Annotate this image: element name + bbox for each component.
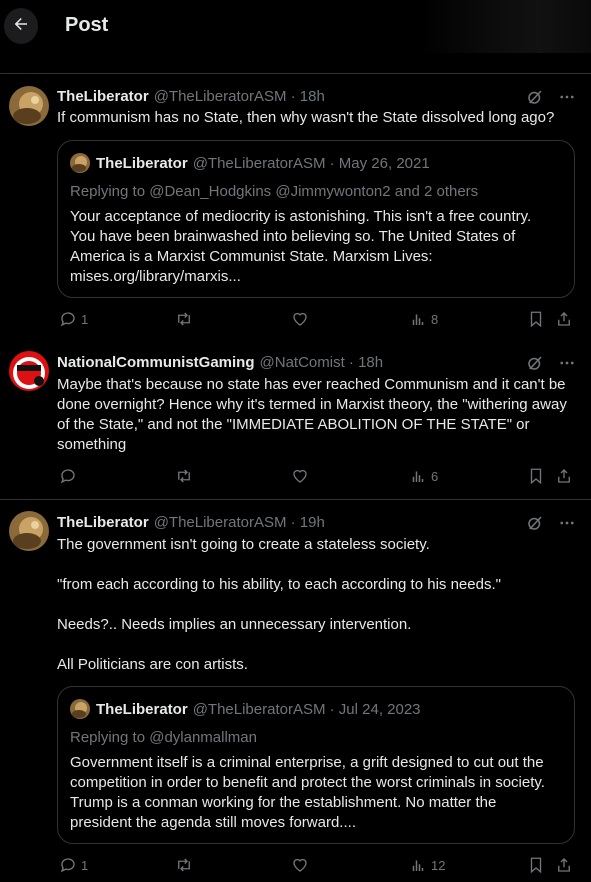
post[interactable]: TheLiberator @TheLiberatorASM · 19h The … bbox=[0, 500, 591, 882]
repost-icon bbox=[175, 310, 193, 328]
post-text: Maybe that's because no state has ever r… bbox=[57, 376, 571, 453]
quoted-text: Government itself is a criminal enterpri… bbox=[70, 754, 545, 831]
post-meta: TheLiberator @TheLiberatorASM · 18h bbox=[57, 88, 325, 105]
post-text: If communism has no State, then why wasn… bbox=[57, 109, 555, 126]
heart-icon bbox=[291, 467, 309, 485]
share-icon bbox=[555, 467, 573, 485]
grok-icon[interactable] bbox=[526, 88, 544, 110]
avatar[interactable] bbox=[9, 86, 49, 126]
post-actions: 1 8 bbox=[57, 310, 577, 332]
handle-and-time[interactable]: @TheLiberatorASM · 19h bbox=[154, 514, 325, 531]
handle-and-time[interactable]: @NatComist · 18h bbox=[260, 354, 384, 371]
more-icon[interactable] bbox=[558, 354, 576, 376]
avatar[interactable] bbox=[9, 351, 49, 391]
reply-button[interactable] bbox=[59, 467, 77, 485]
more-icon[interactable] bbox=[558, 88, 576, 110]
post-top-icons bbox=[526, 354, 576, 376]
page-title: Post bbox=[65, 14, 109, 36]
display-name[interactable]: NationalCommunistGaming bbox=[57, 354, 255, 371]
heart-icon bbox=[291, 856, 309, 874]
divider bbox=[0, 73, 591, 74]
repost-icon bbox=[175, 467, 193, 485]
like-button[interactable] bbox=[291, 310, 309, 328]
views-icon bbox=[409, 467, 427, 485]
bookmark-button[interactable] bbox=[527, 310, 545, 328]
avatar bbox=[70, 699, 90, 719]
like-button[interactable] bbox=[291, 856, 309, 874]
post[interactable]: TheLiberator @TheLiberatorASM · 18h If c… bbox=[0, 80, 591, 340]
views-count: 8 bbox=[431, 311, 439, 327]
views-button[interactable]: 12 bbox=[409, 856, 445, 874]
handle-and-time[interactable]: @TheLiberatorASM · 18h bbox=[154, 88, 325, 105]
replying-to: Replying to @dylanmallman bbox=[70, 729, 257, 746]
replying-to: Replying to @Dean_Hodgkins @Jimmywonton2… bbox=[70, 183, 479, 200]
quoted-post-meta: TheLiberator @TheLiberatorASM · Jul 24, … bbox=[70, 699, 421, 719]
reply-button[interactable]: 1 bbox=[59, 310, 88, 328]
top-bar: Post bbox=[0, 0, 591, 53]
post-meta: NationalCommunistGaming @NatComist · 18h bbox=[57, 354, 383, 371]
more-icon[interactable] bbox=[558, 514, 576, 536]
post-top-icons bbox=[526, 88, 576, 110]
repost-button[interactable] bbox=[175, 467, 193, 485]
grok-icon[interactable] bbox=[526, 354, 544, 376]
views-icon bbox=[409, 310, 427, 328]
share-button[interactable] bbox=[555, 467, 573, 485]
views-count: 12 bbox=[431, 857, 446, 873]
avatar[interactable] bbox=[9, 511, 49, 551]
views-button[interactable]: 8 bbox=[409, 310, 438, 328]
share-button[interactable] bbox=[555, 856, 573, 874]
bookmark-icon bbox=[527, 310, 545, 328]
share-icon bbox=[555, 856, 573, 874]
display-name: TheLiberator bbox=[96, 154, 188, 172]
post-text: The government isn't going to create a s… bbox=[57, 536, 501, 673]
bookmark-button[interactable] bbox=[527, 467, 545, 485]
handle-and-date: @TheLiberatorASM · May 26, 2021 bbox=[192, 154, 430, 172]
heart-icon bbox=[291, 310, 309, 328]
views-button[interactable]: 6 bbox=[409, 467, 438, 485]
views-icon bbox=[409, 856, 427, 874]
views-count: 6 bbox=[431, 468, 439, 484]
bookmark-icon bbox=[527, 856, 545, 874]
repost-button[interactable] bbox=[175, 856, 193, 874]
post[interactable]: NationalCommunistGaming @NatComist · 18h… bbox=[0, 340, 591, 500]
share-icon bbox=[555, 310, 573, 328]
bookmark-icon bbox=[527, 467, 545, 485]
handle-and-date: @TheLiberatorASM · Jul 24, 2023 bbox=[192, 700, 421, 718]
reply-button[interactable]: 1 bbox=[59, 856, 88, 874]
reply-icon bbox=[59, 310, 77, 328]
post-meta: TheLiberator @TheLiberatorASM · 19h bbox=[57, 514, 325, 531]
bookmark-button[interactable] bbox=[527, 856, 545, 874]
like-button[interactable] bbox=[291, 467, 309, 485]
quoted-text: Your acceptance of mediocrity is astonis… bbox=[70, 208, 532, 285]
reply-icon bbox=[59, 856, 77, 874]
avatar bbox=[70, 153, 90, 173]
arrow-left-icon bbox=[12, 15, 30, 37]
repost-button[interactable] bbox=[175, 310, 193, 328]
back-button[interactable] bbox=[4, 8, 38, 44]
reply-count: 1 bbox=[81, 311, 89, 327]
share-button[interactable] bbox=[555, 310, 573, 328]
quoted-post-meta: TheLiberator @TheLiberatorASM · May 26, … bbox=[70, 153, 430, 173]
repost-icon bbox=[175, 856, 193, 874]
grok-icon[interactable] bbox=[526, 514, 544, 536]
reply-icon bbox=[59, 467, 77, 485]
display-name[interactable]: TheLiberator bbox=[57, 88, 149, 105]
post-actions: 6 bbox=[57, 467, 577, 489]
quoted-post[interactable]: TheLiberator @TheLiberatorASM · May 26, … bbox=[57, 140, 575, 298]
header-blur-region bbox=[420, 0, 591, 53]
post-top-icons bbox=[526, 514, 576, 536]
display-name[interactable]: TheLiberator bbox=[57, 514, 149, 531]
reply-count: 1 bbox=[81, 857, 89, 873]
post-actions: 1 12 bbox=[57, 856, 577, 878]
display-name: TheLiberator bbox=[96, 700, 188, 718]
quoted-post[interactable]: TheLiberator @TheLiberatorASM · Jul 24, … bbox=[57, 686, 575, 844]
